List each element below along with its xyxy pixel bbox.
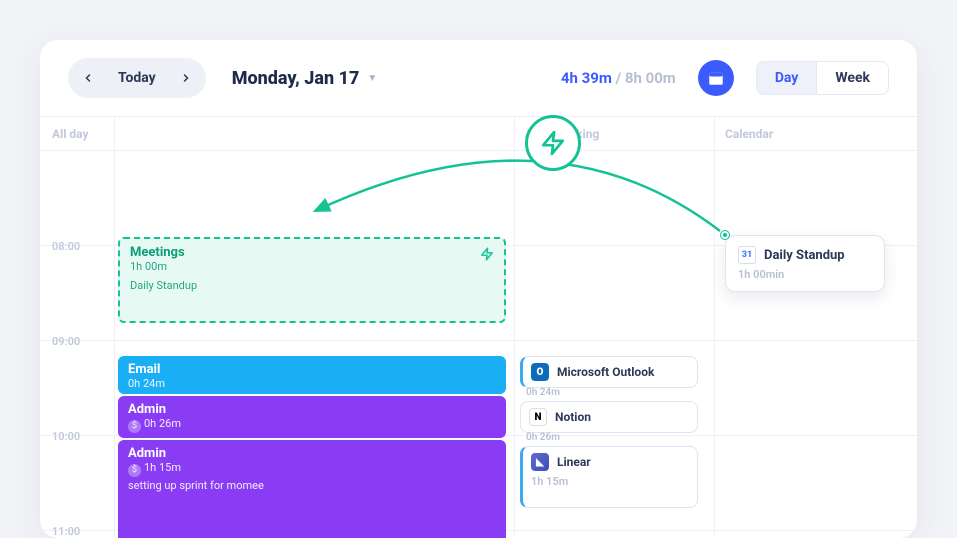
event-duration: 0h 24m xyxy=(128,377,496,390)
event-duration: $1h 15m xyxy=(128,461,496,477)
linear-icon: ◣ xyxy=(531,453,549,471)
tracking-card-outlook[interactable]: O Microsoft Outlook xyxy=(520,356,698,388)
tracking-duration: 0h 26m xyxy=(526,432,560,443)
day-view-button[interactable]: Day xyxy=(756,61,818,95)
hour-label: 09:00 xyxy=(52,335,80,348)
svg-text:31: 31 xyxy=(712,77,720,85)
hour-label: 11:00 xyxy=(52,525,80,538)
chevron-down-icon: ▼ xyxy=(367,73,377,84)
calendar-event-dot xyxy=(721,231,729,239)
tracking-card-notion[interactable]: N Notion xyxy=(520,401,698,433)
prev-day-button[interactable] xyxy=(72,62,104,94)
tracking-app-name: Microsoft Outlook xyxy=(557,365,654,379)
calendar-event-card[interactable]: 31 Daily Standup 1h 00min xyxy=(725,235,885,292)
event-title: Email xyxy=(128,362,496,377)
billable-icon: $ xyxy=(128,464,141,477)
bolt-icon xyxy=(480,247,494,264)
app-window: Today Monday, Jan 17 ▼ 4h 39m / 8h 00m 3… xyxy=(40,40,917,538)
calendar-icon-button[interactable]: 31 xyxy=(698,60,734,96)
calendar-column-header: Calendar xyxy=(714,117,914,150)
hour-label: 10:00 xyxy=(52,430,80,443)
header-bar: Today Monday, Jan 17 ▼ 4h 39m / 8h 00m 3… xyxy=(40,40,917,116)
time-tracked: 4h 39m xyxy=(561,69,612,87)
time-summary: 4h 39m / 8h 00m xyxy=(561,69,676,87)
event-note: setting up sprint for momee xyxy=(128,479,496,492)
event-admin[interactable]: Admin $0h 26m xyxy=(118,396,506,438)
google-calendar-icon: 31 xyxy=(738,246,756,264)
outlook-icon: O xyxy=(531,363,549,381)
main-column-header xyxy=(114,117,514,150)
tracking-app-name: Linear xyxy=(557,455,591,469)
zap-badge xyxy=(525,115,581,171)
tracking-duration: 0h 24m xyxy=(526,387,560,398)
event-note: Daily Standup xyxy=(130,279,494,292)
tracking-duration: 1h 15m xyxy=(531,475,568,488)
event-duration: $0h 26m xyxy=(128,417,496,433)
event-admin[interactable]: Admin $1h 15m setting up sprint for mome… xyxy=(118,440,506,538)
timeline[interactable]: 08:00 09:00 10:00 11:00 Meetings 1h 00m … xyxy=(40,151,917,538)
calendar-event-title: Daily Standup xyxy=(764,248,845,263)
date-nav-group: Today xyxy=(68,58,206,98)
calendar-grid: All day Auto-tracking Calendar 08:00 09:… xyxy=(40,116,917,538)
calendar-event-duration: 1h 00min xyxy=(738,268,872,281)
view-toggle: Day Week xyxy=(756,61,889,95)
today-button[interactable]: Today xyxy=(104,64,170,92)
tracking-app-name: Notion xyxy=(555,410,591,424)
event-title: Admin xyxy=(128,402,496,417)
allday-header: All day xyxy=(40,117,114,150)
event-duration: 1h 00m xyxy=(130,260,494,273)
tracking-card-linear[interactable]: ◣ Linear 1h 15m xyxy=(520,446,698,508)
event-title: Meetings xyxy=(130,245,494,260)
event-meetings[interactable]: Meetings 1h 00m Daily Standup xyxy=(118,237,506,323)
hour-label: 08:00 xyxy=(52,240,80,253)
date-title[interactable]: Monday, Jan 17 ▼ xyxy=(232,68,378,89)
next-day-button[interactable] xyxy=(170,62,202,94)
event-email[interactable]: Email 0h 24m xyxy=(118,356,506,394)
notion-icon: N xyxy=(529,408,547,426)
event-title: Admin xyxy=(128,446,496,461)
week-view-button[interactable]: Week xyxy=(817,61,889,95)
billable-icon: $ xyxy=(128,420,141,433)
column-headers: All day Auto-tracking Calendar xyxy=(40,117,917,151)
